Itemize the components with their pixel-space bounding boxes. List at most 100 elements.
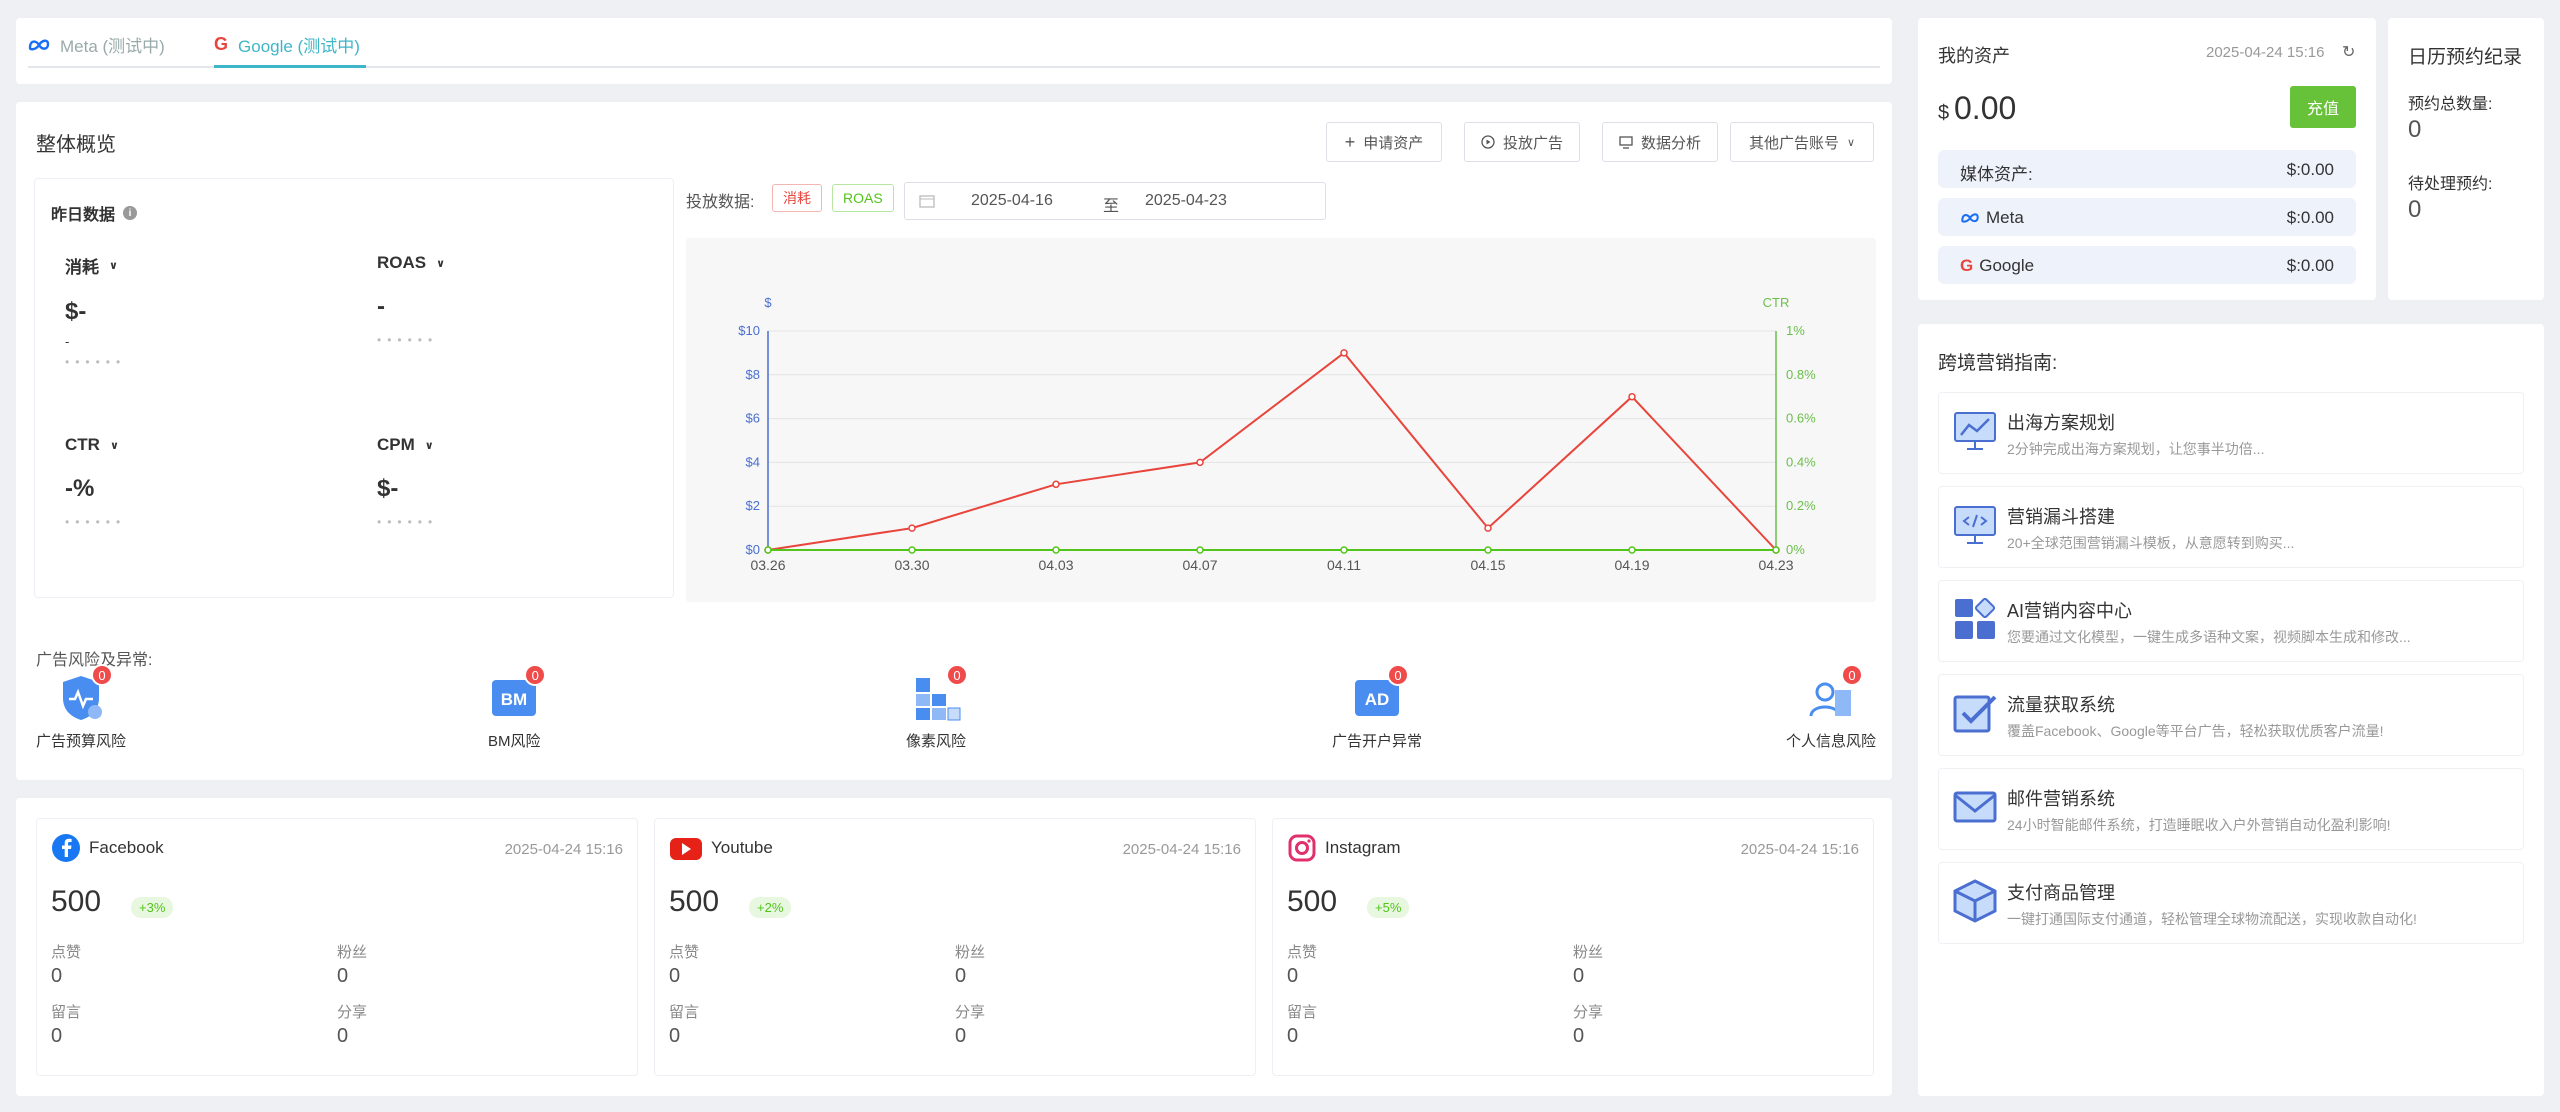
yesterday-data-card: 昨日数据 i 消耗 ∨ $- - •••••• ROAS ∨ - •••••• CT… bbox=[34, 178, 674, 598]
monitor-icon bbox=[1619, 136, 1633, 149]
risk-pixel-label: 像素风险 bbox=[906, 733, 967, 750]
youtube-time: 2025-04-24 15:16 bbox=[1122, 841, 1241, 858]
youtube-comments-label: 留言 bbox=[669, 1004, 700, 1021]
guide-item-payment[interactable]: 支付商品管理 一键打通国际支付通道，轻松管理全球物流配送，实现收款自动化! bbox=[1938, 862, 2524, 944]
y-right-tick-label: 0% bbox=[1786, 542, 1805, 557]
instagram-header: Instagram bbox=[1287, 833, 1401, 863]
guide-item-plan[interactable]: 出海方案规划 2分钟完成出海方案规划，让您事半功倍... bbox=[1938, 392, 2524, 474]
metric-ctr-dots: •••••• bbox=[65, 515, 127, 529]
youtube-icon bbox=[670, 838, 702, 860]
chevron-down-icon: ∨ bbox=[424, 439, 434, 452]
other-accounts-label: 其他广告账号 bbox=[1748, 134, 1839, 152]
series-point-1 bbox=[1196, 546, 1204, 554]
metric-roas-selector[interactable]: ROAS ∨ bbox=[377, 253, 445, 273]
apply-asset-button[interactable]: + 申请资产 bbox=[1326, 122, 1442, 162]
guide-item-traffic-title: 流量获取系统 bbox=[2007, 695, 2115, 715]
series-point-0 bbox=[1484, 524, 1492, 532]
assets-amount: 0.00 bbox=[1954, 90, 2017, 126]
risk-budget-label: 广告预算风险 bbox=[36, 733, 127, 750]
series-point-1 bbox=[1484, 546, 1492, 554]
series-point-1 bbox=[1628, 546, 1636, 554]
series-line-0 bbox=[767, 351, 1777, 551]
guide-item-email[interactable]: 邮件营销系统 24小时智能邮件系统，打造睡眠收入户外营销自动化盈利影响! bbox=[1938, 768, 2524, 850]
youtube-comments: 0 bbox=[669, 1025, 681, 1047]
plus-icon: + bbox=[1344, 131, 1356, 152]
youtube-pct: +2% bbox=[749, 897, 792, 918]
youtube-name: Youtube bbox=[711, 838, 773, 857]
date-separator: 至 bbox=[1103, 198, 1120, 215]
instagram-fans: 0 bbox=[1573, 965, 1585, 987]
instagram-time: 2025-04-24 15:16 bbox=[1740, 841, 1859, 858]
metric-cost-value: $- bbox=[65, 298, 87, 325]
asset-row-meta-label-wrap: Meta bbox=[1960, 208, 2024, 228]
date-start: 2025-04-16 bbox=[971, 192, 1053, 209]
risk-pixel[interactable]: 0 像素风险 bbox=[906, 664, 968, 751]
y-left-tick-label: $0 bbox=[746, 542, 760, 557]
instagram-likes-label: 点赞 bbox=[1287, 944, 1318, 961]
platform-tabs: Meta (测试中) G Google (测试中) bbox=[16, 18, 1892, 84]
metric-cpm-dots: •••••• bbox=[377, 515, 439, 529]
calendar-booking-panel: 日历预约纪录 预约总数量: 0 待处理预约: 0 bbox=[2388, 18, 2544, 300]
tag-cost[interactable]: 消耗 bbox=[772, 184, 822, 212]
risk-bm[interactable]: BM 0 BM风险 bbox=[488, 664, 547, 751]
metric-cpm-value: $- bbox=[377, 475, 399, 502]
marketing-guide-panel: 跨境营销指南: 出海方案规划 2分钟完成出海方案规划，让您事半功倍... 营销漏… bbox=[1918, 324, 2544, 1096]
tab-google[interactable]: G Google (测试中) bbox=[214, 32, 360, 57]
assets-time: 2025-04-24 15:16 bbox=[2206, 44, 2325, 61]
x-tick-label: 04.15 bbox=[1470, 557, 1505, 573]
bm-icon: BM 0 bbox=[488, 664, 547, 724]
guide-item-ai[interactable]: AI营销内容中心 您要通过文化模型，一键生成多语种文案，视频脚本生成和修改... bbox=[1938, 580, 2524, 662]
date-range-picker[interactable]: 2025-04-16 至 2025-04-23 bbox=[904, 182, 1326, 220]
asset-row-google-value: $:0.00 bbox=[2286, 256, 2334, 275]
metric-ctr-label: CTR bbox=[65, 435, 100, 454]
guide-item-traffic[interactable]: 流量获取系统 覆盖Facebook、Google等平台广告，轻松获取优质客户流量… bbox=[1938, 674, 2524, 756]
guide-item-funnel[interactable]: 营销漏斗搭建 20+全球范围营销漏斗模板，从意愿转到购买... bbox=[1938, 486, 2524, 568]
risk-account-opening[interactable]: AD 0 广告开户异常 bbox=[1332, 664, 1422, 751]
tab-google-label: Google (测试中) bbox=[238, 37, 360, 56]
info-icon[interactable]: i bbox=[123, 206, 138, 220]
series-point-0 bbox=[908, 524, 916, 532]
x-tick-label: 04.23 bbox=[1758, 557, 1793, 573]
youtube-fans: 0 bbox=[955, 965, 967, 987]
series-point-1 bbox=[1052, 546, 1060, 554]
y-left-tick-label: $2 bbox=[746, 498, 760, 513]
metric-ctr: CTR ∨ -% •••••• bbox=[65, 435, 126, 529]
risk-budget[interactable]: 0 广告预算风险 bbox=[36, 664, 127, 751]
risk-personal-info[interactable]: 0 个人信息风险 bbox=[1786, 664, 1877, 751]
y-right-tick-label: 0.4% bbox=[1786, 454, 1816, 469]
guide-item-funnel-desc: 20+全球范围营销漏斗模板，从意愿转到购买... bbox=[2007, 535, 2295, 551]
facebook-icon bbox=[52, 834, 80, 862]
checkbox-icon bbox=[1953, 695, 1997, 733]
launch-ads-button[interactable]: 投放广告 bbox=[1464, 122, 1580, 162]
data-analysis-button[interactable]: 数据分析 bbox=[1602, 122, 1718, 162]
facebook-fans: 0 bbox=[337, 965, 349, 987]
metric-ctr-value: -% bbox=[65, 475, 95, 502]
metric-roas-dots: •••••• bbox=[377, 333, 439, 347]
tab-meta[interactable]: Meta (测试中) bbox=[28, 32, 165, 57]
instagram-comments: 0 bbox=[1287, 1025, 1299, 1047]
youtube-share-label: 分享 bbox=[955, 1004, 986, 1021]
tag-roas[interactable]: ROAS bbox=[832, 184, 894, 212]
facebook-fans-label: 粉丝 bbox=[337, 944, 368, 961]
google-logo-icon: G bbox=[214, 34, 229, 54]
metric-ctr-selector[interactable]: CTR ∨ bbox=[65, 435, 126, 455]
risk-personal-label: 个人信息风险 bbox=[1786, 733, 1877, 750]
code-monitor-icon bbox=[1954, 506, 1996, 544]
facebook-likes: 0 bbox=[51, 965, 63, 987]
recharge-button[interactable]: 充值 bbox=[2290, 86, 2356, 128]
chevron-down-icon: ∨ bbox=[109, 439, 119, 452]
assets-title: 我的资产 bbox=[1938, 46, 2010, 66]
metric-cost-selector[interactable]: 消耗 ∨ bbox=[65, 253, 126, 278]
youtube-value: 500 bbox=[669, 885, 720, 918]
chevron-down-icon: ∨ bbox=[109, 260, 118, 272]
y-left-tick-label: $6 bbox=[746, 411, 760, 426]
refresh-icon[interactable]: ↻ bbox=[2342, 42, 2355, 62]
x-tick-label: 04.07 bbox=[1182, 557, 1217, 573]
google-logo-icon: G bbox=[1960, 256, 1974, 275]
instagram-fans-label: 粉丝 bbox=[1573, 944, 1604, 961]
risk-pixel-count: 0 bbox=[946, 664, 968, 686]
other-accounts-dropdown[interactable]: 其他广告账号 ∨ bbox=[1730, 122, 1874, 162]
metric-cpm-selector[interactable]: CPM ∨ bbox=[377, 435, 438, 455]
facebook-comments: 0 bbox=[51, 1025, 63, 1047]
guide-item-ai-desc: 您要通过文化模型，一键生成多语种文案，视频脚本生成和修改... bbox=[2007, 629, 2411, 645]
